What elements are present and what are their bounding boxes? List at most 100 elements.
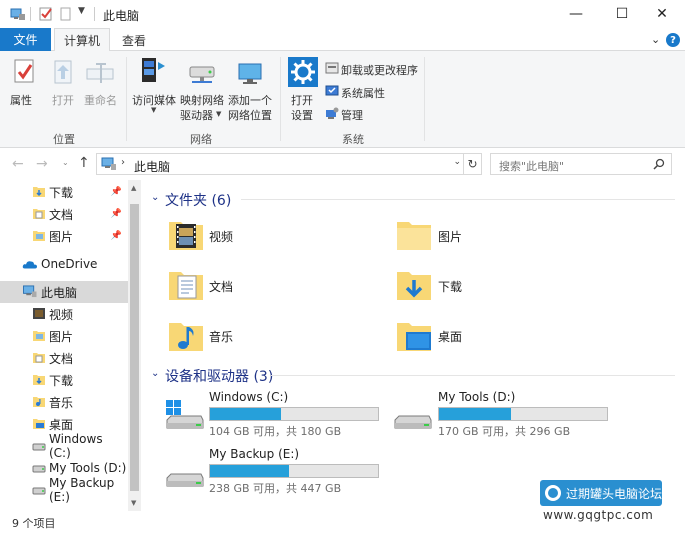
access-media-icon[interactable]	[138, 56, 168, 86]
qat-dropdown-icon[interactable]: ▼	[78, 6, 85, 16]
sidebar-item-drive-e[interactable]: My Backup (E:)	[0, 476, 128, 504]
tab-view[interactable]: 查看	[114, 28, 154, 52]
downloads-folder-icon[interactable]	[396, 266, 432, 302]
sidebar-item-onedrive[interactable]: OneDrive	[0, 253, 128, 275]
this-pc-icon	[23, 285, 37, 298]
rename-button[interactable]: 重命名	[84, 92, 117, 108]
videos-folder-icon	[33, 308, 45, 319]
content-pane: ⌄ 文件夹 (6) 视频 图片 文档 下载 音乐 桌面 ⌄ 设备和驱动器 (3)…	[141, 180, 685, 511]
properties-button[interactable]: 属性	[10, 92, 32, 108]
sidebar-item-downloads-pinned[interactable]: 下载 📌	[0, 181, 128, 203]
sidebar-scrollbar[interactable]: ▲ ▼	[128, 180, 141, 511]
add-network-location-line2[interactable]: 网络位置	[228, 107, 272, 123]
access-media-dropdown-icon[interactable]: ▼	[151, 106, 156, 114]
minimize-button[interactable]: —	[553, 0, 599, 28]
drive-d-free-space: 170 GB 可用，共 296 GB	[438, 425, 571, 438]
forum-watermark: 过期罐头电脑论坛	[540, 480, 662, 506]
drive-icon	[32, 443, 46, 451]
sidebar-item-label: 此电脑	[41, 285, 78, 300]
map-drive-dropdown-icon[interactable]: ▼	[216, 110, 221, 118]
sidebar-item-documents[interactable]: 文档	[0, 347, 128, 369]
folder-videos-label[interactable]: 视频	[209, 228, 233, 245]
open-settings-line2[interactable]: 设置	[291, 107, 313, 123]
window-title: 此电脑	[103, 9, 140, 23]
this-pc-icon	[101, 157, 116, 170]
drive-icon[interactable]	[163, 456, 205, 492]
sidebar-item-downloads[interactable]: 下载	[0, 369, 128, 391]
manage-button[interactable]: 管理	[341, 107, 363, 123]
drive-c-name[interactable]: Windows (C:)	[209, 390, 288, 404]
folder-pictures-label[interactable]: 图片	[438, 228, 462, 245]
sidebar-item-label: Windows (C:)	[49, 432, 103, 460]
sidebar-item-this-pc[interactable]: 此电脑	[0, 281, 128, 303]
add-network-location-line1[interactable]: 添加一个	[228, 92, 272, 108]
sidebar-item-label: 文档	[49, 207, 74, 222]
map-drive-button-line1[interactable]: 映射网络	[180, 92, 224, 108]
drive-e-name[interactable]: My Backup (E:)	[209, 447, 299, 461]
sidebar-item-pictures[interactable]: 图片	[0, 325, 128, 347]
group-system-label: 系统	[342, 133, 364, 146]
forward-arrow-icon[interactable]: →	[36, 156, 48, 172]
recent-locations-icon[interactable]: ⌄	[62, 158, 69, 167]
folder-downloads-label[interactable]: 下载	[438, 278, 462, 295]
collapse-chevron-icon[interactable]: ⌄	[151, 192, 159, 203]
drive-icon[interactable]	[391, 398, 433, 434]
tab-computer[interactable]: 计算机	[54, 28, 110, 52]
new-folder-icon[interactable]	[58, 6, 74, 22]
scroll-down-icon[interactable]: ▼	[131, 499, 136, 507]
tab-file[interactable]: 文件	[0, 28, 51, 51]
search-icon[interactable]	[653, 158, 665, 170]
settings-gear-icon[interactable]	[288, 57, 318, 87]
open-settings-line1[interactable]: 打开	[291, 92, 313, 108]
pin-icon: 📌	[110, 187, 122, 197]
add-network-location-icon[interactable]	[236, 61, 264, 87]
watermark-text: 过期罐头电脑论坛	[566, 486, 663, 501]
this-pc-icon	[10, 8, 25, 20]
help-icon[interactable]: ?	[666, 33, 680, 47]
videos-folder-icon[interactable]	[168, 216, 204, 252]
properties-check-icon[interactable]	[38, 6, 54, 22]
sidebar-item-drive-c[interactable]: Windows (C:)	[0, 432, 128, 460]
folder-documents-label[interactable]: 文档	[209, 278, 233, 295]
ribbon-expand-icon[interactable]: ⌄	[651, 33, 660, 46]
breadcrumb-this-pc[interactable]: 此电脑	[134, 158, 170, 175]
documents-folder-icon[interactable]	[168, 266, 204, 302]
windows-drive-icon[interactable]	[163, 398, 205, 434]
sidebar-item-pictures-pinned[interactable]: 图片 📌	[0, 225, 128, 247]
search-box[interactable]: 搜索"此电脑"	[490, 153, 672, 175]
folders-section-header[interactable]: 文件夹 (6)	[165, 190, 231, 210]
collapse-chevron-icon[interactable]: ⌄	[151, 368, 159, 379]
sidebar-item-videos[interactable]: 视频	[0, 303, 128, 325]
drives-section-header[interactable]: 设备和驱动器 (3)	[165, 366, 273, 386]
uninstall-program-button[interactable]: 卸载或更改程序	[341, 62, 418, 78]
map-drive-icon[interactable]	[188, 63, 216, 85]
music-folder-icon[interactable]	[168, 317, 204, 353]
close-button[interactable]: ✕	[639, 0, 685, 28]
open-button[interactable]: 打开	[52, 92, 74, 108]
sidebar-item-label: OneDrive	[41, 257, 98, 271]
uninstall-program-icon	[325, 62, 339, 74]
properties-icon[interactable]	[12, 58, 38, 86]
folder-desktop-label[interactable]: 桌面	[438, 328, 462, 345]
open-icon[interactable]	[52, 59, 76, 87]
scroll-up-icon[interactable]: ▲	[131, 184, 136, 192]
breadcrumb-chevron-icon[interactable]: ›	[121, 157, 125, 168]
address-bar[interactable]: › 此电脑 ⌄ ↻	[96, 153, 482, 175]
drive-e-free-space: 238 GB 可用，共 447 GB	[209, 482, 342, 495]
pictures-folder-icon	[33, 231, 45, 241]
folder-music-label[interactable]: 音乐	[209, 328, 233, 345]
drive-d-name[interactable]: My Tools (D:)	[438, 390, 515, 404]
back-arrow-icon[interactable]: ←	[12, 156, 24, 172]
sidebar-item-documents-pinned[interactable]: 文档 📌	[0, 203, 128, 225]
desktop-folder-icon[interactable]	[396, 317, 432, 353]
map-drive-button-line2[interactable]: 驱动器	[180, 107, 213, 123]
up-arrow-icon[interactable]: ↑	[78, 155, 90, 171]
system-properties-button[interactable]: 系统属性	[341, 85, 385, 101]
scrollbar-thumb[interactable]	[130, 204, 139, 491]
pictures-folder-icon[interactable]	[396, 216, 432, 252]
refresh-icon[interactable]: ↻	[463, 154, 481, 174]
sidebar-item-music[interactable]: 音乐	[0, 391, 128, 413]
rename-icon[interactable]	[86, 61, 116, 85]
navigation-pane: 下载 📌 文档 📌 图片 📌 OneDrive 此电脑 视频 图片 文档 下载 …	[0, 180, 141, 511]
address-dropdown-icon[interactable]: ⌄	[453, 157, 461, 167]
